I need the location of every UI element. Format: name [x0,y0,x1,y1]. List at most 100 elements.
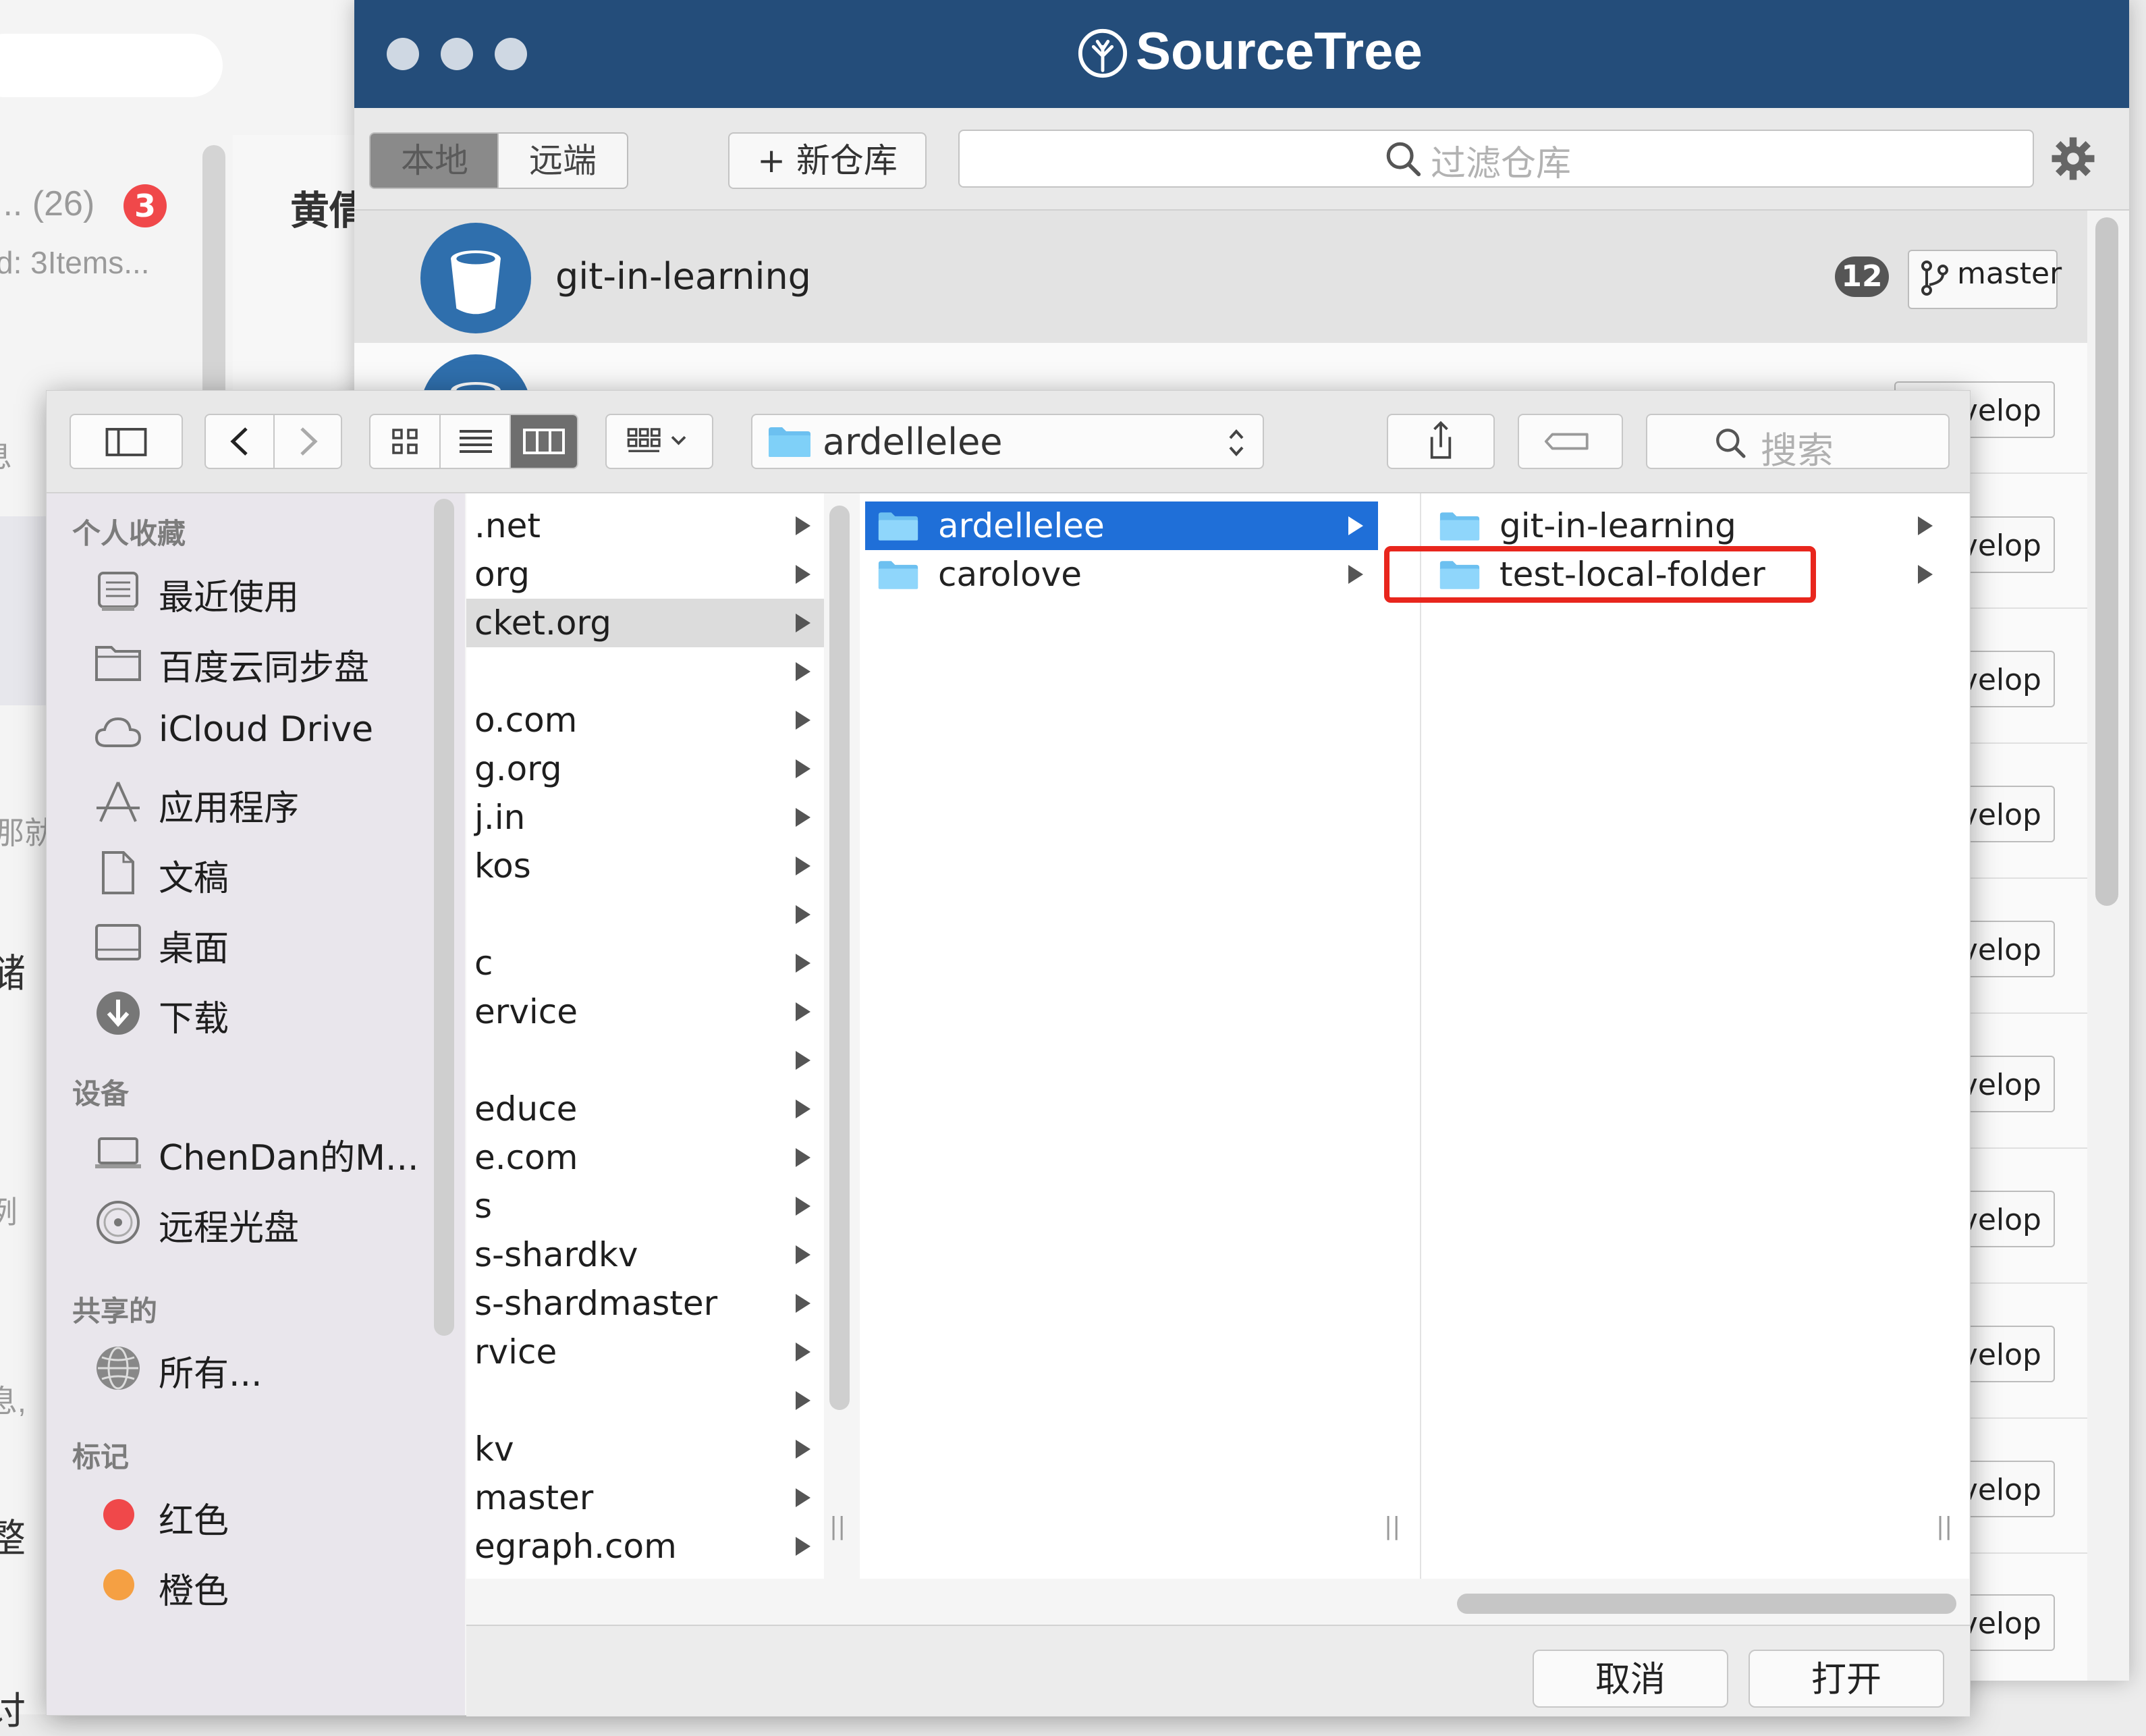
favorites-header: 个人收藏 [72,517,186,550]
network-icon [97,1347,140,1390]
tag-button[interactable] [1518,414,1623,469]
column-1-row[interactable]: egraph.com [466,1522,824,1571]
column-resize-handle[interactable]: || [1936,1513,1952,1540]
column-1-row[interactable]: cket.org [466,599,824,647]
recents-icon [98,572,138,611]
column-1-row[interactable]: s-shardmaster [466,1279,824,1328]
sidebar-item-baidu-sync[interactable]: 百度云同步盘 [159,639,369,690]
column-1-row-label: kos [474,846,531,886]
sidebar-item-icloud[interactable]: iCloud Drive [159,709,373,750]
column-1-row[interactable]: rvice [466,1328,824,1376]
column-1-row[interactable]: ervice [466,987,824,1036]
back-button[interactable] [206,415,275,468]
column-1-row[interactable]: s-shardkv [466,1230,824,1279]
column-1-row-label: s-shardmaster [474,1284,718,1323]
disclosure-arrow-icon [1348,565,1363,584]
column-1-row-label: at.com [474,1571,591,1579]
column-resize-handle[interactable]: || [1384,1513,1400,1540]
new-repository-button[interactable]: + 新仓库 [728,132,927,189]
column-1-row[interactable] [466,1036,824,1085]
disclosure-arrow-icon [1918,565,1933,584]
open-button[interactable]: 打开 [1749,1650,1944,1708]
column-1-row[interactable]: .net [466,501,824,550]
disclosure-arrow-icon [796,1051,810,1070]
column3-row[interactable]: git-in-learning [1427,501,1948,550]
column2-row-label: carolove [938,555,1082,594]
filter-placeholder: 过滤仓库 [1431,144,1572,184]
column2-row[interactable]: ardellelee [865,501,1378,550]
disclosure-arrow-icon [796,1197,810,1216]
annotation-highlight-box [1384,546,1816,603]
column-1-row-label: master [474,1478,594,1517]
column-1-row[interactable]: kv [466,1425,824,1473]
sidebar-item-applications[interactable]: 应用程序 [159,780,299,830]
background-selected-chat[interactable] [0,516,47,705]
bg-fragment: 整 [0,1517,26,1561]
column-1-row[interactable]: g.org [466,744,824,793]
forward-button[interactable] [275,415,342,468]
sidebar-item-recents[interactable]: 最近使用 [159,569,299,620]
sourcetree-logo-icon [1078,28,1128,78]
list-view-button[interactable] [441,415,511,468]
sidebar-item-remote-disc[interactable]: 远程光盘 [159,1199,299,1250]
tab-remote[interactable]: 远端 [497,132,628,189]
sidebar-item-desktop[interactable]: 桌面 [159,920,229,971]
arrange-button[interactable] [605,414,713,469]
sidebar-item-tag-orange[interactable]: 橙色 [159,1563,229,1613]
sidebar-item-computer[interactable]: ChenDan的M... [159,1129,419,1180]
bg-fragment: 息, [0,1384,26,1419]
grid-icon [392,429,418,454]
zoom-window-button[interactable] [495,38,527,70]
column-1-row[interactable]: educe [466,1085,824,1133]
bg-fragment: 例 [0,1195,18,1230]
repository-name: git-in-learning [555,255,811,298]
column-1-row[interactable]: e.com [466,1133,824,1182]
gear-icon[interactable] [2049,135,2097,182]
disclosure-arrow-icon [796,662,810,681]
horizontal-scrollbar[interactable] [1457,1594,1956,1614]
repository-list-scrollbar[interactable] [2095,217,2118,906]
column-1-row[interactable] [466,1376,824,1425]
column-1-row[interactable]: o.com [466,696,824,744]
sidebar-item-documents[interactable]: 文稿 [159,850,229,900]
column-1-row[interactable] [466,890,824,939]
unread-badge: 3 [123,184,167,227]
column-1-scrollbar[interactable] [829,506,850,1410]
column-1-row[interactable]: j.in [466,793,824,842]
sidebar-item-downloads[interactable]: 下载 [159,990,229,1041]
column-1-row[interactable]: master [466,1473,824,1522]
icon-view-button[interactable] [370,415,441,468]
sidebar-item-all-shared[interactable]: 所有... [159,1345,263,1396]
branch-name: master [1957,256,2062,291]
column-1-row-label: s [474,1187,493,1226]
close-window-button[interactable] [387,38,419,70]
cancel-button[interactable]: 取消 [1533,1650,1728,1708]
open-folder-dialog: ardellelee 搜索 个人收藏 最近使用 百度云同步盘 iCloud Dr… [46,390,1971,1716]
view-mode-control [369,414,578,469]
minimize-window-button[interactable] [441,38,473,70]
list-icon [460,430,492,453]
column-1-row[interactable]: at.com [466,1571,824,1579]
tab-local[interactable]: 本地 [369,132,500,189]
disclosure-arrow-icon [796,954,810,973]
column-resize-handle[interactable]: || [829,1513,846,1540]
column-1-row[interactable]: c [466,939,824,987]
column2-row[interactable]: carolove [865,550,1378,599]
background-search-field[interactable] [0,34,223,97]
column-1-row[interactable] [466,647,824,696]
sidebar-item-tag-red[interactable]: 红色 [159,1492,229,1543]
column-1-row[interactable]: org [466,550,824,599]
column-1-row-label: s-shardkv [474,1235,638,1274]
disclosure-arrow-icon [796,1002,810,1021]
sidebar-toggle-button[interactable] [70,414,183,469]
orange-tag-icon [103,1569,134,1600]
share-button[interactable] [1387,414,1495,469]
tags-header: 标记 [72,1440,130,1473]
disclosure-arrow-icon [796,1488,810,1507]
column-view-button[interactable] [511,415,577,468]
column-1-row[interactable]: s [466,1182,824,1230]
sidebar-scrollbar[interactable] [434,499,454,1336]
column-1-row[interactable]: kos [466,842,824,890]
disclosure-arrow-icon [796,1245,810,1264]
column2-row-label: ardellelee [938,506,1105,545]
